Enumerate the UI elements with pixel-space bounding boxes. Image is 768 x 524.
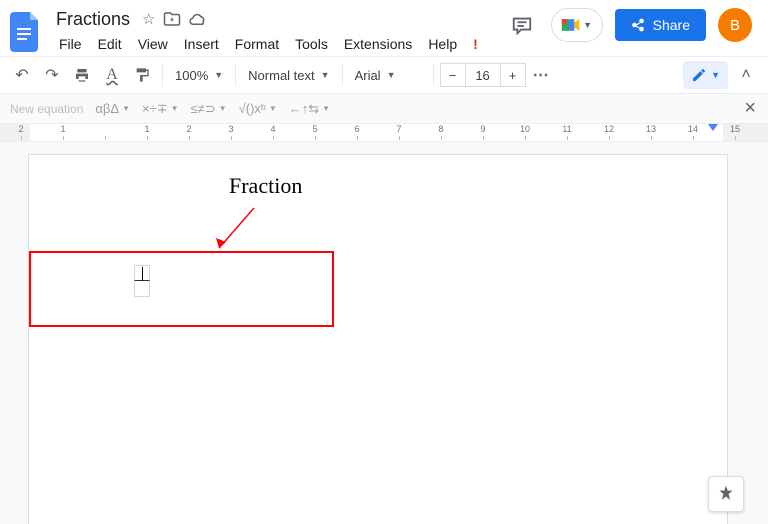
cloud-status-icon[interactable] <box>189 10 207 28</box>
document-title[interactable]: Fractions <box>52 9 134 30</box>
close-equation-toolbar-icon[interactable]: × <box>744 97 756 120</box>
redo-icon[interactable]: ↷ <box>38 61 66 89</box>
menu-file[interactable]: File <box>52 34 89 54</box>
font-size-input[interactable]: 16 <box>466 63 500 87</box>
font-size-increase[interactable]: + <box>500 63 526 87</box>
eq-arrows-menu[interactable]: ←↑⇆▼ <box>289 101 330 117</box>
print-icon[interactable] <box>68 61 96 89</box>
fraction-denominator-box[interactable] <box>134 281 150 297</box>
star-icon[interactable]: ☆ <box>142 10 155 28</box>
docs-logo[interactable] <box>8 8 44 56</box>
fraction-numerator-box[interactable] <box>134 265 150 281</box>
menu-extensions[interactable]: Extensions <box>337 34 419 54</box>
menu-tools[interactable]: Tools <box>288 34 335 54</box>
menu-alert-icon[interactable]: ! <box>466 34 485 54</box>
undo-icon[interactable]: ↶ <box>8 61 36 89</box>
menu-insert[interactable]: Insert <box>177 34 226 54</box>
account-avatar[interactable]: B <box>718 8 752 42</box>
spellcheck-icon[interactable]: A <box>98 61 126 89</box>
eq-relations-menu[interactable]: ≤≠⊃▼ <box>191 101 227 117</box>
menu-view[interactable]: View <box>131 34 175 54</box>
annotation-highlight-box <box>29 251 334 327</box>
share-label: Share <box>653 17 690 33</box>
meet-button[interactable]: ▼ <box>551 8 603 42</box>
move-icon[interactable] <box>163 10 181 28</box>
eq-greek-menu[interactable]: αβΔ▼ <box>95 101 130 116</box>
new-equation-button[interactable]: New equation <box>10 102 83 116</box>
editing-mode-button[interactable]: ▼ <box>683 61 728 89</box>
document-canvas: Fraction <box>0 142 768 524</box>
eq-operators-menu[interactable]: ×÷∓▼ <box>142 101 179 117</box>
menu-help[interactable]: Help <box>421 34 464 54</box>
comment-history-icon[interactable] <box>505 8 539 42</box>
collapse-toolbar-icon[interactable]: ˄ <box>732 61 760 89</box>
explore-button[interactable] <box>708 476 744 512</box>
menu-format[interactable]: Format <box>228 34 286 54</box>
more-tools-icon[interactable]: ⋯ <box>528 61 556 89</box>
horizontal-ruler[interactable]: 211234567891011121314151617 <box>0 124 768 142</box>
style-select[interactable]: Normal text▼ <box>242 61 335 89</box>
equation-toolbar: New equation αβΔ▼ ×÷∓▼ ≤≠⊃▼ √(‌)xᵇ▼ ←↑⇆▼… <box>0 94 768 124</box>
menu-edit[interactable]: Edit <box>91 34 129 54</box>
font-size-decrease[interactable]: − <box>440 63 466 87</box>
zoom-select[interactable]: 100%▼ <box>169 61 229 89</box>
eq-math-menu[interactable]: √(‌)xᵇ▼ <box>239 101 277 116</box>
equation-fraction-placeholder[interactable] <box>134 265 150 297</box>
menubar: File Edit View Insert Format Tools Exten… <box>52 34 485 54</box>
share-button[interactable]: Share <box>615 9 706 41</box>
document-page[interactable]: Fraction <box>28 154 728 524</box>
main-toolbar: ↶ ↷ A 100%▼ Normal text▼ Arial▼ − 16 + ⋯… <box>0 56 768 94</box>
paint-format-icon[interactable] <box>128 61 156 89</box>
font-select[interactable]: Arial▼ <box>349 61 427 89</box>
annotation-label: Fraction <box>229 173 302 199</box>
